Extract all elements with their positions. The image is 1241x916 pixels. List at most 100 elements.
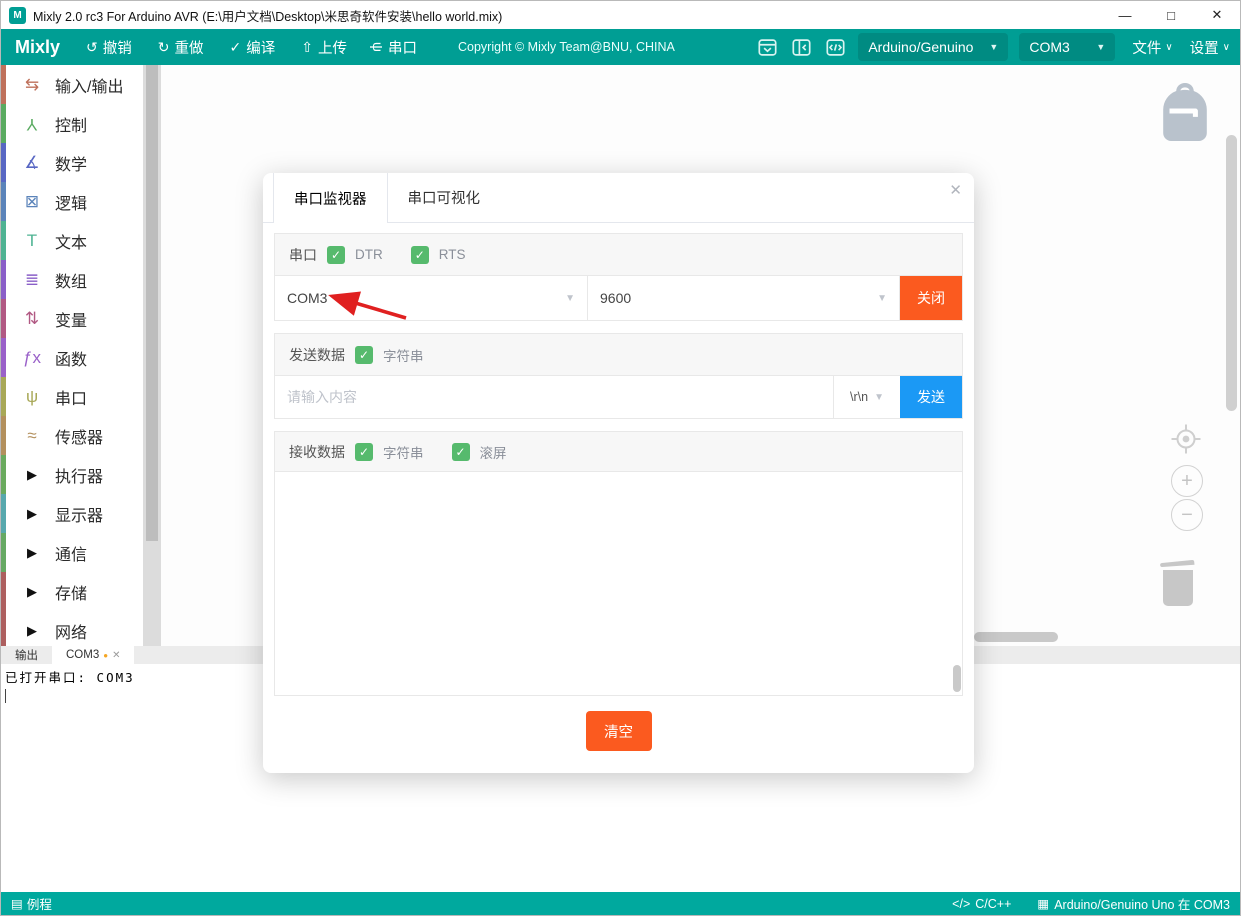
baud-rate-select[interactable]: 9600 ▼ (588, 276, 900, 320)
chevron-down-icon: ▼ (989, 42, 998, 52)
menu-items: ↺ 撤销 ↻ 重做 ✓ 编译 ⇧ 上传 ψ 串口 (86, 37, 443, 58)
expand-arrow-icon: ▶ (19, 623, 45, 639)
clear-row: 清空 (274, 711, 963, 751)
category-color-bar (1, 611, 6, 646)
menu-item-串口[interactable]: ψ 串口 (373, 37, 417, 58)
port-select[interactable]: COM3 ▼ (1019, 33, 1115, 61)
collapse-panel-icon[interactable] (790, 36, 813, 59)
serial-monitor-dialog: ✕ 串口监视器 串口可视化 串口 ✓ DTR ✓ RTS COM3 ▼ (263, 173, 974, 773)
serial-port-icon: ψ (19, 387, 45, 407)
sidebar-item-6[interactable]: ≣ 数组 (1, 260, 161, 299)
close-port-button[interactable]: 关闭 (900, 276, 962, 320)
serial-settings-section: 串口 ✓ DTR ✓ RTS COM3 ▼ 9600 ▼ 关闭 (274, 233, 963, 321)
serial-settings-row: COM3 ▼ 9600 ▼ 关闭 (275, 276, 962, 320)
mixly-brand[interactable]: Mixly (15, 37, 60, 58)
sidebar-item-15[interactable]: ▶ 网络 (1, 611, 161, 646)
send-data-section: 发送数据 ✓ 字符串 请输入内容 \r\n ▼ 发送 (274, 333, 963, 419)
window-title: Mixly 2.0 rc3 For Arduino AVR (E:\用户文档\D… (33, 6, 502, 25)
category-color-bar (1, 221, 6, 260)
dtr-checkbox[interactable]: ✓ (327, 246, 345, 264)
sidebar-item-1[interactable]: ⇆ 输入/输出 (1, 65, 161, 104)
zoom-in-button[interactable]: + (1171, 465, 1203, 497)
settings-menu[interactable]: 设置 ∨ (1190, 37, 1230, 58)
sidebar-item-5[interactable]: T 文本 (1, 221, 161, 260)
language-indicator[interactable]: </> C/C++ (952, 897, 1011, 911)
code-icon: </> (952, 897, 970, 911)
send-string-checkbox[interactable]: ✓ (355, 346, 373, 364)
tab-com3[interactable]: COM3 ● ✕ (52, 646, 134, 664)
menu-item-撤销[interactable]: ↺ 撤销 (86, 37, 132, 58)
trash-icon[interactable] (1156, 557, 1200, 612)
autoscroll-checkbox[interactable]: ✓ (452, 443, 470, 461)
com-port-select[interactable]: COM3 ▼ (275, 276, 588, 320)
sidebar-item-14[interactable]: ▶ 存储 (1, 572, 161, 611)
tab-serial-monitor[interactable]: 串口监视器 (273, 173, 388, 223)
receive-display-area[interactable] (275, 472, 962, 695)
code-view-icon[interactable] (824, 36, 847, 59)
category-color-bar (1, 494, 6, 533)
sidebar-scrollbar-track[interactable] (143, 65, 161, 646)
send-input[interactable]: 请输入内容 (275, 376, 834, 418)
maximize-button[interactable]: □ (1148, 1, 1194, 29)
line-ending-select[interactable]: \r\n ▼ (834, 376, 900, 418)
close-button[interactable]: ✕ (1194, 1, 1240, 29)
board-select[interactable]: Arduino/Genuino ▼ (858, 33, 1008, 61)
backpack-icon[interactable] (1158, 81, 1212, 152)
sidebar-item-3[interactable]: ∡ 数学 (1, 143, 161, 182)
sidebar-item-label: 文本 (55, 229, 87, 253)
zoom-out-button[interactable]: − (1171, 499, 1203, 531)
board-status[interactable]: ▦ Arduino/Genuino Uno 在 COM3 (1037, 894, 1230, 913)
sidebar-item-4[interactable]: ⊠ 逻辑 (1, 182, 161, 221)
menu-item-label: 撤销 (103, 37, 132, 58)
dialog-close-icon[interactable]: ✕ (949, 181, 962, 199)
chevron-down-icon: ∨ (1223, 42, 1230, 53)
port-select-value: COM3 (1029, 39, 1069, 55)
sidebar-item-label: 存储 (55, 580, 87, 604)
file-menu-label: 文件 (1132, 37, 1161, 58)
workspace-vertical-scrollbar[interactable] (1226, 135, 1237, 411)
clear-button[interactable]: 清空 (586, 711, 652, 751)
menu-item-重做[interactable]: ↻ 重做 (158, 37, 204, 58)
sidebar-item-7[interactable]: ⇅ 变量 (1, 299, 161, 338)
center-view-icon[interactable] (1170, 423, 1202, 460)
category-color-bar (1, 299, 6, 338)
receive-string-label: 字符串 (383, 442, 424, 462)
category-color-bar (1, 533, 6, 572)
receive-string-checkbox[interactable]: ✓ (355, 443, 373, 461)
status-bar: ▤ 例程 </> C/C++ ▦ Arduino/Genuino Uno 在 C… (1, 892, 1240, 915)
array-icon: ≣ (19, 270, 45, 290)
save-panel-icon[interactable] (756, 36, 779, 59)
sidebar-item-8[interactable]: ƒx 函数 (1, 338, 161, 377)
sidebar-item-11[interactable]: ▶ 执行器 (1, 455, 161, 494)
workspace-horizontal-scrollbar[interactable] (974, 632, 1058, 642)
tab-close-icon[interactable]: ✕ (112, 650, 120, 661)
expand-arrow-icon: ▶ (19, 545, 45, 561)
rts-checkbox[interactable]: ✓ (411, 246, 429, 264)
sidebar-item-2[interactable]: Y 控制 (1, 104, 161, 143)
minimize-button[interactable]: — (1102, 1, 1148, 29)
examples-button[interactable]: ▤ 例程 (11, 894, 52, 913)
sidebar-item-12[interactable]: ▶ 显示器 (1, 494, 161, 533)
file-menu[interactable]: 文件 ∨ (1132, 37, 1172, 58)
receive-scrollbar-thumb[interactable] (953, 665, 961, 692)
upload-icon: ⇧ (301, 39, 313, 56)
expand-arrow-icon: ▶ (19, 467, 45, 483)
menu-item-上传[interactable]: ⇧ 上传 (301, 37, 347, 58)
sidebar-item-13[interactable]: ▶ 通信 (1, 533, 161, 572)
math-icon: ∡ (19, 153, 45, 173)
sidebar-item-label: 输入/输出 (55, 73, 123, 97)
sidebar-item-10[interactable]: ≈ 传感器 (1, 416, 161, 455)
tab-serial-plotter[interactable]: 串口可视化 (388, 173, 501, 222)
title-bar: M Mixly 2.0 rc3 For Arduino AVR (E:\用户文档… (1, 1, 1240, 29)
send-button[interactable]: 发送 (900, 376, 962, 418)
menu-item-编译[interactable]: ✓ 编译 (230, 37, 276, 58)
category-color-bar (1, 143, 6, 182)
chevron-down-icon: ∨ (1165, 42, 1172, 53)
tab-output[interactable]: 输出 (1, 646, 52, 664)
sidebar-item-9[interactable]: ψ 串口 (1, 377, 161, 416)
menubar-right: Arduino/Genuino ▼ COM3 ▼ 文件 ∨ 设置 ∨ (756, 33, 1230, 61)
rts-label: RTS (439, 247, 466, 262)
tab-com3-label: COM3 (66, 649, 99, 661)
send-string-label: 字符串 (383, 345, 424, 365)
sidebar-scrollbar-thumb[interactable] (146, 65, 158, 541)
